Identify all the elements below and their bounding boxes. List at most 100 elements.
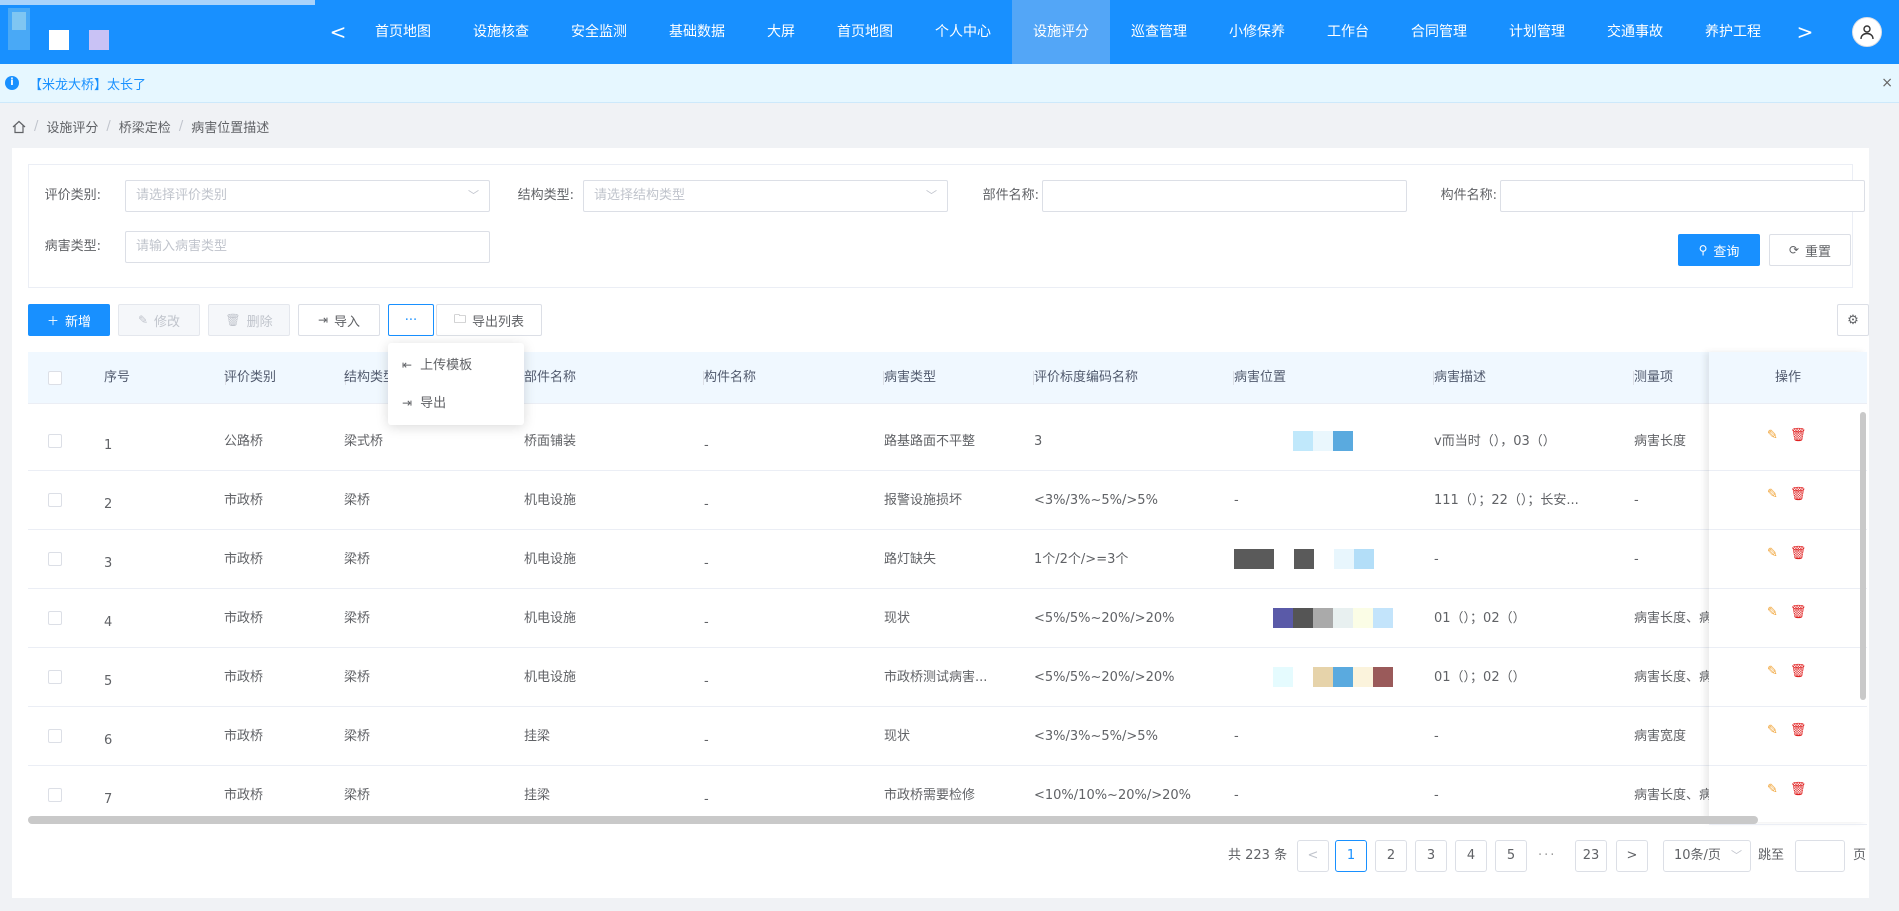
- table-row[interactable]: 7 市政桥 梁桥 挂梁 - 市政桥需要检修 <10%/10%~20%/>20% - - 病害长度、…: [28, 766, 1867, 822]
- user-avatar[interactable]: [1852, 17, 1882, 47]
- import-button[interactable]: ⇥ 导入: [298, 304, 380, 336]
- page-button[interactable]: 3: [1415, 840, 1447, 872]
- struct-type-placeholder: 请选择结构类型: [594, 188, 686, 203]
- nav-item[interactable]: 交通事故: [1586, 0, 1684, 64]
- nav-item[interactable]: 计划管理: [1488, 0, 1586, 64]
- page-next-button[interactable]: >: [1616, 840, 1648, 872]
- delete-button-label: 删除: [246, 314, 273, 330]
- close-icon[interactable]: ×: [1881, 75, 1893, 91]
- page-last-button[interactable]: 23: [1575, 840, 1607, 872]
- nav-item[interactable]: 设施核查: [452, 0, 550, 64]
- part-name-input[interactable]: [1042, 180, 1407, 212]
- table-row[interactable]: 2 市政桥 梁桥 机电设施 - 报警设施损坏 <3%/3%~5%/>5% - 111（）；22（…: [28, 471, 1867, 530]
- eval-type-select[interactable]: 请选择评价类别 ﹀: [125, 180, 490, 212]
- cell-scale: <10%/10%~20%/>20%: [1034, 788, 1192, 803]
- cell-disease: 报警设施损坏: [884, 493, 963, 508]
- delete-icon[interactable]: 🗑: [1790, 664, 1807, 679]
- row-checkbox[interactable]: [48, 493, 62, 507]
- table-row[interactable]: 1 公路桥 梁式桥 桥面铺装 - 路基路面不平整 3 v而当时（），03（） 病害长度: [28, 412, 1867, 471]
- disease-position-image[interactable]: [1273, 431, 1353, 451]
- cell-measure: -: [1634, 552, 1639, 567]
- header-part: 部件名称: [524, 352, 704, 404]
- header-position: 病害位置: [1234, 352, 1434, 404]
- cell-scale: <5%/5%~20%/>20%: [1034, 670, 1175, 685]
- horizontal-scrollbar[interactable]: [28, 816, 1758, 824]
- header-part-label: 部件名称: [524, 370, 577, 385]
- table-row[interactable]: 4 市政桥 梁桥 机电设施 - 现状 <5%/5%~20%/>20% 01（）；02（） 病害长…: [28, 589, 1867, 648]
- row-checkbox[interactable]: [48, 670, 62, 684]
- column-settings-button[interactable]: ⚙: [1837, 304, 1869, 336]
- table-row[interactable]: 5 市政桥 梁桥 机电设施 - 市政桥测试病害... <5%/5%~20%/>20% 01（）…: [28, 648, 1867, 707]
- operation-cell: ✎ 🗑: [1709, 589, 1867, 648]
- vertical-scrollbar[interactable]: [1860, 412, 1866, 700]
- edit-icon[interactable]: ✎: [1767, 782, 1778, 797]
- reset-button[interactable]: ⟳ 重置: [1769, 234, 1851, 266]
- nav-item[interactable]: 巡查管理: [1110, 0, 1208, 64]
- edit-button[interactable]: ✎ 修改: [118, 304, 200, 336]
- nav-item[interactable]: 大屏: [746, 0, 816, 64]
- row-checkbox[interactable]: [48, 729, 62, 743]
- cell-idx: 6: [104, 733, 113, 748]
- delete-icon[interactable]: 🗑: [1790, 782, 1807, 797]
- more-button[interactable]: ···: [388, 304, 434, 336]
- row-checkbox[interactable]: [48, 611, 62, 625]
- disease-position-image[interactable]: [1273, 667, 1393, 687]
- cell-comp: -: [704, 674, 709, 689]
- menu-item-export[interactable]: ⇥ 导出: [388, 385, 524, 421]
- breadcrumb-item-current: 病害位置描述: [191, 121, 270, 136]
- page-prev-button[interactable]: <: [1297, 840, 1329, 872]
- row-checkbox[interactable]: [48, 552, 62, 566]
- nav-item[interactable]: 设施评分: [1012, 0, 1110, 64]
- nav-item[interactable]: 小修保养: [1208, 0, 1306, 64]
- query-button[interactable]: ⚲ 查询: [1678, 234, 1760, 266]
- comp-name-input[interactable]: [1500, 180, 1865, 212]
- cell-part: 挂梁: [524, 729, 551, 744]
- disease-position-image[interactable]: [1234, 549, 1374, 569]
- nav-item[interactable]: 安全监测: [550, 0, 648, 64]
- delete-icon[interactable]: 🗑: [1790, 428, 1807, 443]
- home-icon[interactable]: [12, 120, 26, 134]
- edit-icon[interactable]: ✎: [1767, 605, 1778, 620]
- edit-icon[interactable]: ✎: [1767, 664, 1778, 679]
- page-size-select[interactable]: 10条/页 ﹀: [1663, 840, 1751, 872]
- nav-item[interactable]: 基础数据: [648, 0, 746, 64]
- table-row[interactable]: 3 市政桥 梁桥 机电设施 - 路灯缺失 1个/2个/>=3个 - -: [28, 530, 1867, 589]
- nav-item[interactable]: 合同管理: [1390, 0, 1488, 64]
- export-list-button[interactable]: 🗀 导出列表: [436, 304, 542, 336]
- struct-type-select[interactable]: 请选择结构类型 ﹀: [583, 180, 948, 212]
- logo-square-lilac: [89, 30, 109, 50]
- page-button[interactable]: 4: [1455, 840, 1487, 872]
- delete-button[interactable]: 🗑 删除: [208, 304, 290, 336]
- edit-icon[interactable]: ✎: [1767, 487, 1778, 502]
- breadcrumb-item-eval[interactable]: 设施评分: [46, 117, 98, 136]
- page-button[interactable]: 2: [1375, 840, 1407, 872]
- page-ellipsis[interactable]: ···: [1538, 840, 1556, 872]
- nav-item[interactable]: 工作台: [1306, 0, 1390, 64]
- select-all-checkbox[interactable]: [48, 371, 62, 385]
- delete-icon[interactable]: 🗑: [1790, 723, 1807, 738]
- nav-item[interactable]: 养护工程: [1684, 0, 1779, 64]
- edit-icon[interactable]: ✎: [1767, 723, 1778, 738]
- page-button[interactable]: 1: [1335, 840, 1367, 872]
- edit-icon[interactable]: ✎: [1767, 546, 1778, 561]
- disease-position-image[interactable]: [1273, 608, 1393, 628]
- nav-prev-arrow-icon[interactable]: <: [326, 18, 350, 46]
- delete-icon[interactable]: 🗑: [1790, 605, 1807, 620]
- delete-icon[interactable]: 🗑: [1790, 546, 1807, 561]
- goto-page-input[interactable]: [1795, 840, 1845, 872]
- menu-item-upload-template[interactable]: ⇤ 上传模板: [388, 347, 524, 383]
- nav-item[interactable]: 首页地图: [816, 0, 914, 64]
- add-button[interactable]: ＋ 新增: [28, 304, 110, 336]
- table-row[interactable]: 6 市政桥 梁桥 挂梁 - 现状 <3%/3%~5%/>5% - - 病害宽度: [28, 707, 1867, 766]
- delete-icon[interactable]: 🗑: [1790, 487, 1807, 502]
- nav-next-arrow-icon[interactable]: >: [1793, 18, 1817, 46]
- disease-type-input[interactable]: 请输入病害类型: [125, 231, 490, 263]
- row-checkbox[interactable]: [48, 434, 62, 448]
- nav-item[interactable]: 首页地图: [354, 0, 452, 64]
- breadcrumb-item-inspection[interactable]: 桥梁定检: [119, 117, 171, 136]
- page-button[interactable]: 5: [1495, 840, 1527, 872]
- disease-type-placeholder: 请输入病害类型: [136, 239, 228, 254]
- nav-item[interactable]: 个人中心: [914, 0, 1012, 64]
- edit-icon[interactable]: ✎: [1767, 428, 1778, 443]
- row-checkbox[interactable]: [48, 788, 62, 802]
